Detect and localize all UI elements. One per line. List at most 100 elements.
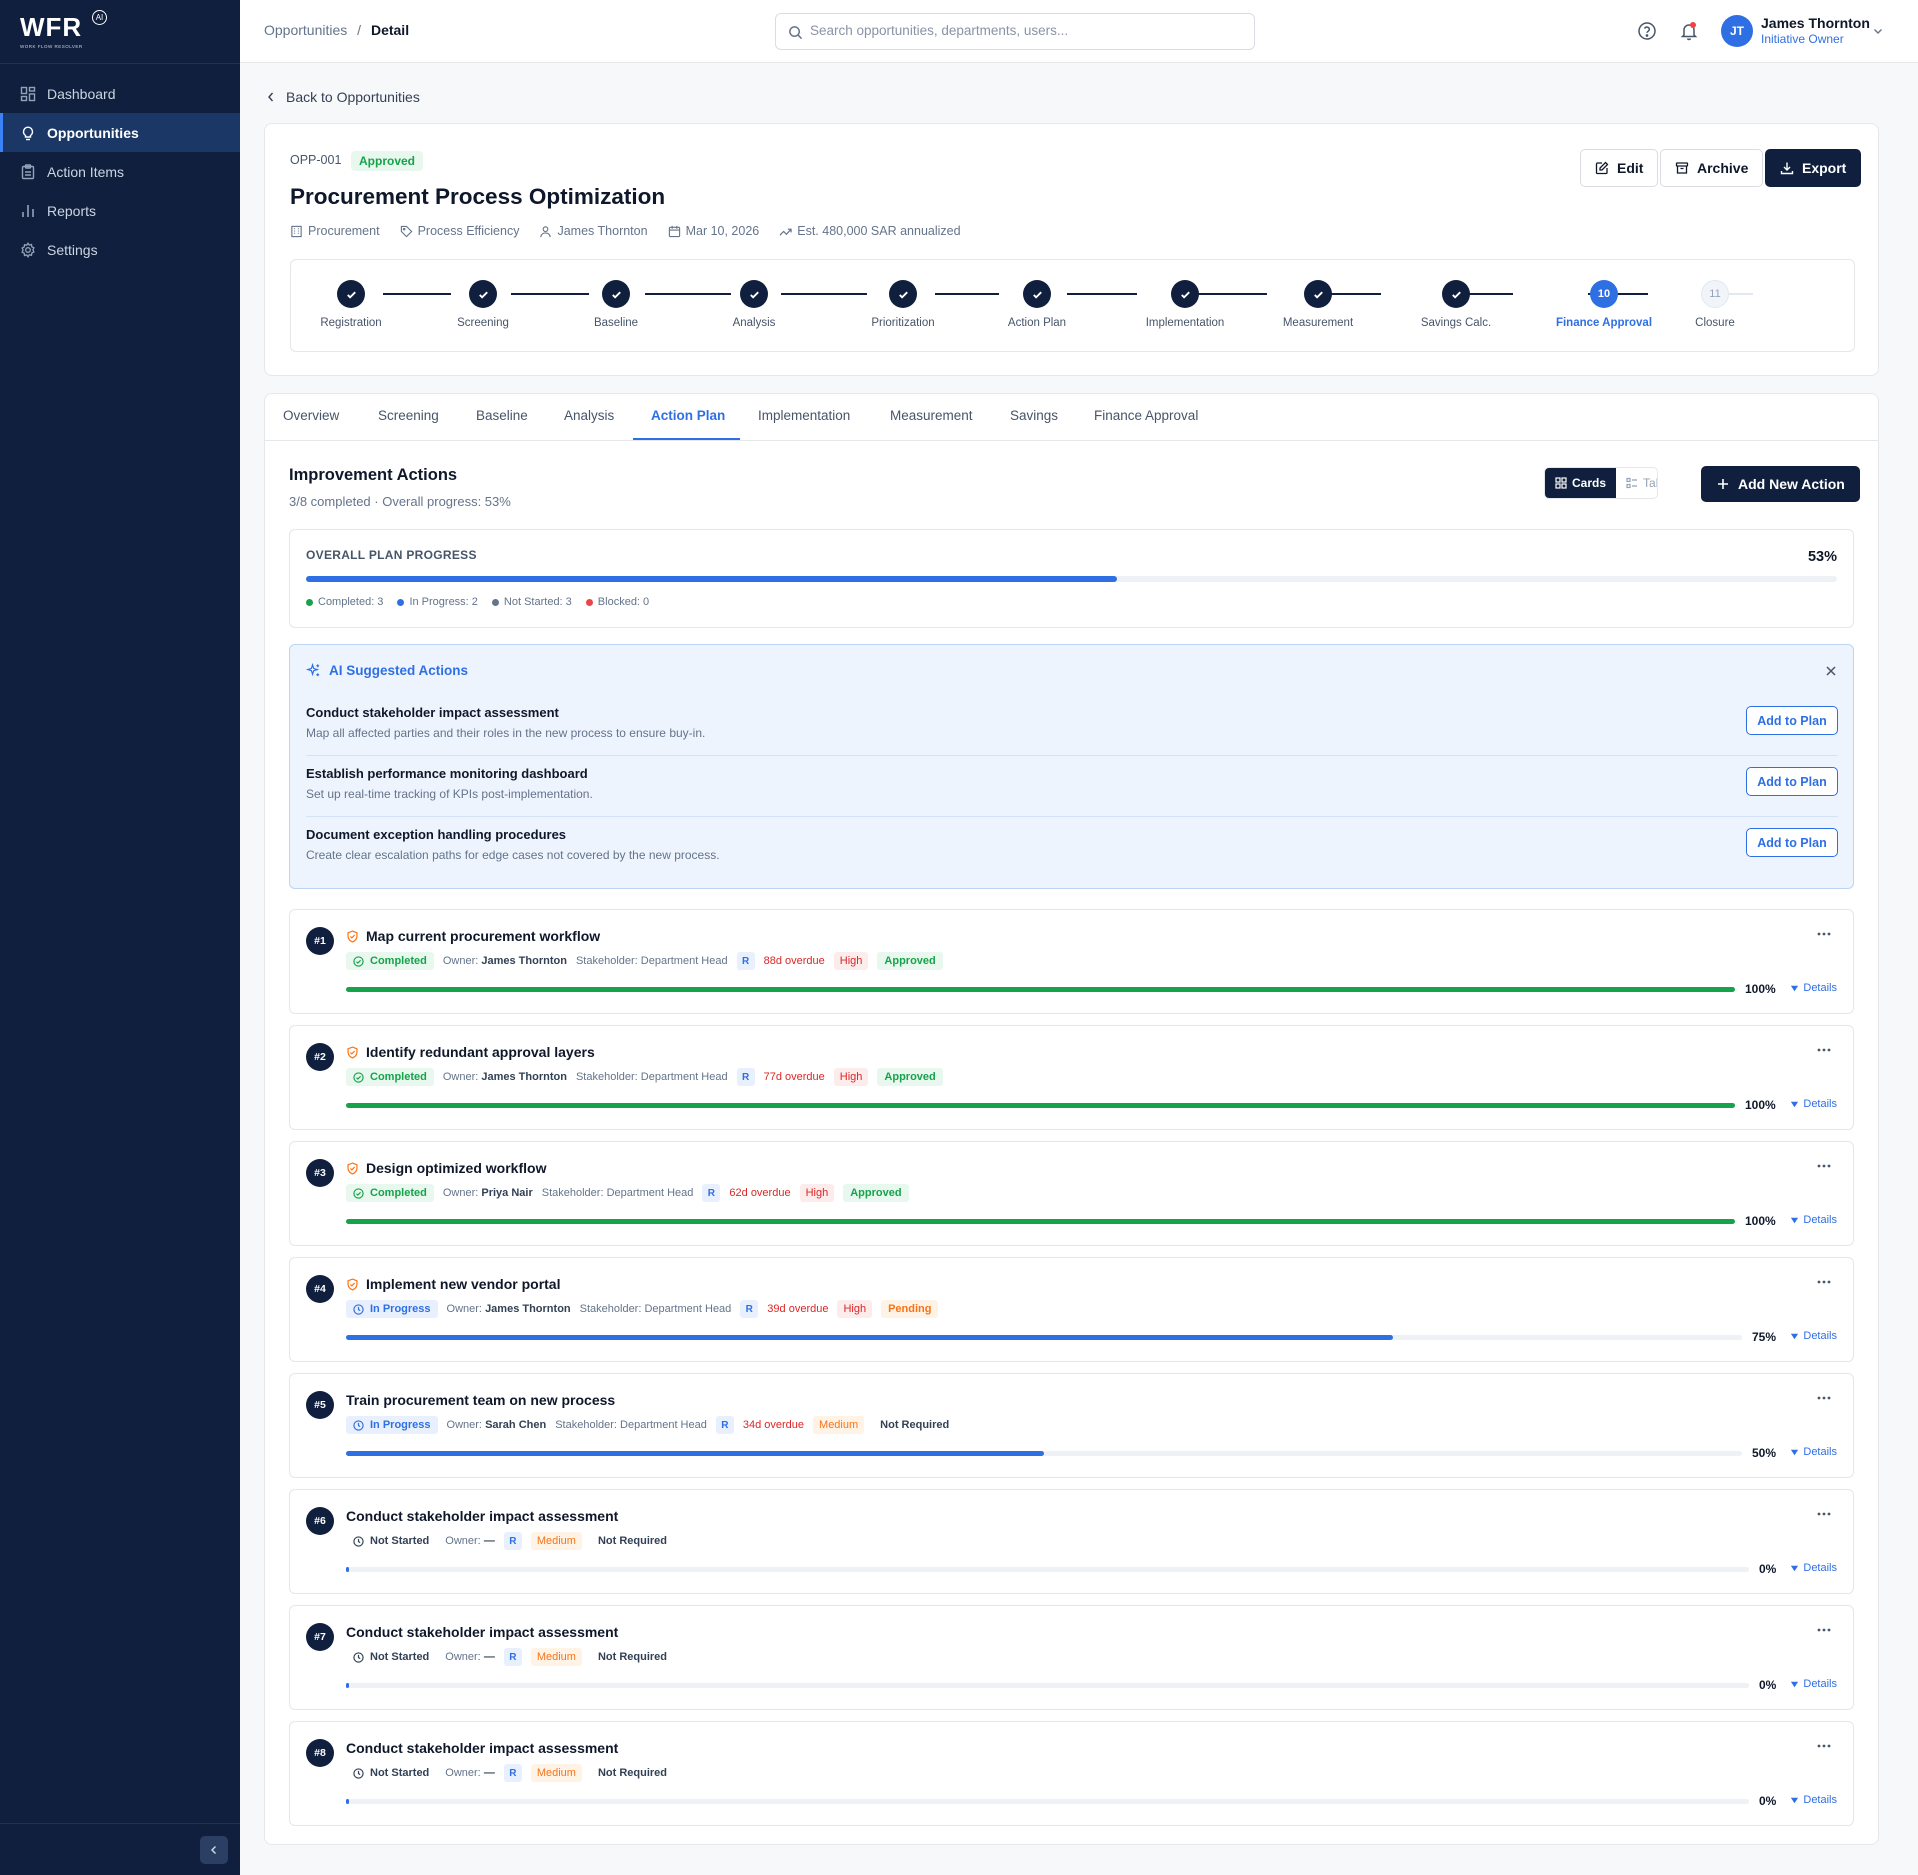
details-toggle[interactable]: Details bbox=[1790, 1446, 1837, 1458]
cards-view-button[interactable]: Cards bbox=[1545, 468, 1617, 498]
raci-badge: R bbox=[503, 1764, 522, 1782]
action-progress-bar bbox=[346, 1799, 1749, 1804]
action-meta: Not Started Owner: — R Medium Not Required bbox=[346, 1764, 683, 1782]
details-toggle[interactable]: Details bbox=[1790, 1214, 1837, 1226]
tab-baseline[interactable]: Baseline bbox=[476, 408, 528, 423]
tab-analysis[interactable]: Analysis bbox=[564, 408, 614, 423]
archive-button[interactable]: Archive bbox=[1660, 149, 1764, 187]
stage-label: Savings Calc. bbox=[1420, 317, 1492, 329]
approval-badge: Approved bbox=[877, 952, 943, 970]
details-toggle[interactable]: Details bbox=[1790, 1562, 1837, 1574]
add-to-plan-button[interactable]: Add to Plan bbox=[1746, 767, 1838, 796]
page-title: Procurement Process Optimization bbox=[290, 184, 666, 209]
details-toggle[interactable]: Details bbox=[1790, 982, 1837, 994]
tab-finance-approval[interactable]: Finance Approval bbox=[1094, 408, 1198, 423]
tab-measurement[interactable]: Measurement bbox=[890, 408, 973, 423]
sidebar-item-reports[interactable]: Reports bbox=[0, 191, 240, 230]
action-title[interactable]: Conduct stakeholder impact assessment bbox=[346, 1740, 618, 1756]
tab-screening[interactable]: Screening bbox=[378, 408, 439, 423]
shield-icon bbox=[347, 1162, 358, 1175]
more-options-icon[interactable] bbox=[1817, 1048, 1831, 1052]
action-title[interactable]: Conduct stakeholder impact assessment bbox=[346, 1624, 618, 1640]
raci-badge: R bbox=[503, 1532, 522, 1550]
legend-in-progress: In Progress: 2 bbox=[397, 596, 478, 608]
cards-view-label: Cards bbox=[1572, 476, 1607, 490]
action-title[interactable]: Conduct stakeholder impact assessment bbox=[346, 1508, 618, 1524]
logo[interactable]: WFR AI WORK FLOW RESOLVER bbox=[0, 0, 240, 64]
action-card[interactable]: #5 Train procurement team on new process I… bbox=[289, 1373, 1854, 1478]
ai-suggestion-item: Document exception handling procedures C… bbox=[306, 817, 1838, 878]
view-toggle: Cards Table bbox=[1544, 467, 1658, 499]
more-options-icon[interactable] bbox=[1817, 1512, 1831, 1516]
add-to-plan-button[interactable]: Add to Plan bbox=[1746, 706, 1838, 735]
details-toggle[interactable]: Details bbox=[1790, 1794, 1837, 1806]
action-meta: Completed Owner: James Thornton Stakeholde… bbox=[346, 1068, 952, 1086]
priority-badge: Medium bbox=[530, 1648, 582, 1666]
add-new-action-button[interactable]: Add New Action bbox=[1701, 466, 1860, 502]
action-title[interactable]: Train procurement team on new process bbox=[346, 1392, 615, 1408]
tab-action-plan[interactable]: Action Plan bbox=[651, 408, 725, 423]
more-options-icon[interactable] bbox=[1817, 932, 1831, 936]
action-title[interactable]: Map current procurement workflow bbox=[366, 928, 600, 944]
action-progress-percent: 100% bbox=[1745, 1098, 1776, 1112]
action-card[interactable]: #2 Identify redundant approval layers Comp… bbox=[289, 1025, 1854, 1130]
more-options-icon[interactable] bbox=[1817, 1164, 1831, 1168]
progress-legend: Completed: 3 In Progress: 2 Not Started:… bbox=[306, 596, 663, 608]
collapse-sidebar-button[interactable] bbox=[200, 1836, 228, 1864]
search-input[interactable] bbox=[810, 23, 1240, 38]
action-number: #1 bbox=[306, 927, 334, 955]
tab-implementation[interactable]: Implementation bbox=[758, 408, 850, 423]
sidebar-item-settings[interactable]: Settings bbox=[0, 230, 240, 269]
avatar[interactable]: JT bbox=[1721, 15, 1753, 47]
action-card[interactable]: #3 Design optimized workflow Completed Owne… bbox=[289, 1141, 1854, 1246]
breadcrumb-parent[interactable]: Opportunities bbox=[264, 22, 347, 38]
search-box bbox=[775, 13, 1255, 50]
status-badge: Completed bbox=[346, 952, 434, 970]
action-title[interactable]: Identify redundant approval layers bbox=[366, 1044, 595, 1060]
legend-blocked: Blocked: 0 bbox=[585, 596, 649, 608]
chevron-down-icon[interactable] bbox=[1872, 25, 1884, 37]
owner-field: Owner: James Thornton bbox=[442, 955, 567, 967]
table-view-button[interactable]: Table bbox=[1616, 468, 1657, 498]
bar-chart-icon bbox=[22, 204, 34, 217]
bell-icon[interactable] bbox=[1679, 21, 1699, 41]
action-card[interactable]: #1 Map current procurement workflow Comple… bbox=[289, 909, 1854, 1014]
shield-icon bbox=[347, 1046, 358, 1059]
details-toggle[interactable]: Details bbox=[1790, 1098, 1837, 1110]
action-card[interactable]: #7 Conduct stakeholder impact assessment N… bbox=[289, 1605, 1854, 1710]
close-icon[interactable] bbox=[1825, 665, 1837, 677]
add-to-plan-button[interactable]: Add to Plan bbox=[1746, 828, 1838, 857]
legend-completed: Completed: 3 bbox=[306, 596, 383, 608]
more-options-icon[interactable] bbox=[1817, 1744, 1831, 1748]
export-button[interactable]: Export bbox=[1765, 149, 1862, 187]
action-progress-fill bbox=[346, 1103, 1735, 1108]
help-icon[interactable] bbox=[1637, 21, 1657, 41]
action-title[interactable]: Implement new vendor portal bbox=[366, 1276, 560, 1292]
details-toggle[interactable]: Details bbox=[1790, 1330, 1837, 1342]
user-name[interactable]: James Thornton bbox=[1761, 15, 1870, 31]
more-options-icon[interactable] bbox=[1817, 1628, 1831, 1632]
tab-savings[interactable]: Savings bbox=[1010, 408, 1058, 423]
action-card[interactable]: #6 Conduct stakeholder impact assessment N… bbox=[289, 1489, 1854, 1594]
ai-suggestion-title: Conduct stakeholder impact assessment bbox=[306, 705, 559, 720]
action-title[interactable]: Design optimized workflow bbox=[366, 1160, 546, 1176]
action-card[interactable]: #4 Implement new vendor portal In Progress… bbox=[289, 1257, 1854, 1362]
sidebar-item-dashboard[interactable]: Dashboard bbox=[0, 74, 240, 113]
sidebar-item-opportunities[interactable]: Opportunities bbox=[0, 113, 240, 152]
action-number: #2 bbox=[306, 1043, 334, 1071]
breadcrumb-current: Detail bbox=[370, 22, 410, 38]
stage-connector bbox=[1067, 293, 1137, 295]
tab-overview[interactable]: Overview bbox=[283, 408, 339, 423]
check-icon bbox=[1171, 280, 1199, 308]
clipboard-icon bbox=[21, 163, 35, 179]
action-number: #8 bbox=[306, 1739, 334, 1767]
more-options-icon[interactable] bbox=[1817, 1280, 1831, 1284]
edit-button[interactable]: Edit bbox=[1580, 149, 1659, 187]
more-options-icon[interactable] bbox=[1817, 1396, 1831, 1400]
sidebar-item-action-items[interactable]: Action Items bbox=[0, 152, 240, 191]
back-link[interactable]: Back to Opportunities bbox=[264, 89, 420, 105]
action-card[interactable]: #8 Conduct stakeholder impact assessment N… bbox=[289, 1721, 1854, 1826]
stage-connector bbox=[1331, 293, 1381, 295]
details-toggle[interactable]: Details bbox=[1790, 1678, 1837, 1690]
plus-icon bbox=[1718, 479, 1728, 489]
